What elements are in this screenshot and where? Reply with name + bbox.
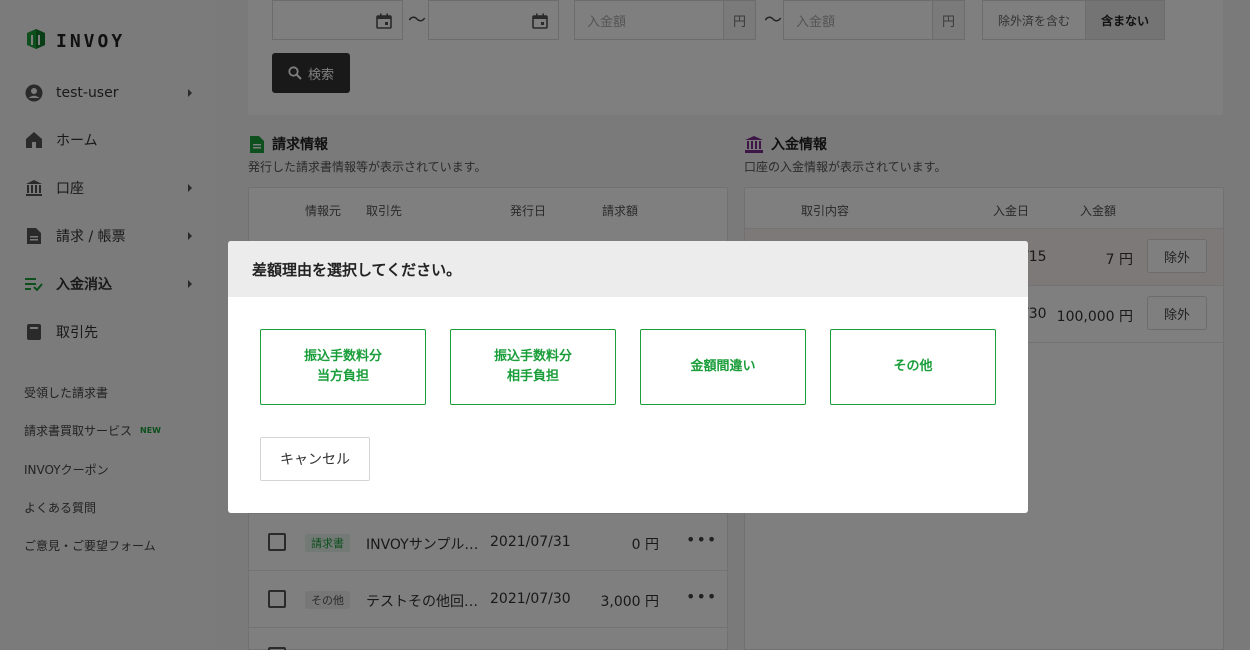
reason-label: その他 xyxy=(893,359,933,374)
difference-reason-dialog: 差額理由を選択してください。 振込手数料分 当方負担 振込手数料分 相手負担 金… xyxy=(228,241,1028,513)
reason-label-line2: 当方負担 xyxy=(316,369,369,384)
reason-fee-partner-side-button[interactable]: 振込手数料分 相手負担 xyxy=(450,329,616,405)
reason-label-line1: 振込手数料分 xyxy=(493,349,572,364)
reason-label: 金額間違い xyxy=(690,359,756,374)
reason-label-line2: 相手負担 xyxy=(506,369,559,384)
dialog-title: 差額理由を選択してください。 xyxy=(228,241,1028,297)
reason-fee-our-side-button[interactable]: 振込手数料分 当方負担 xyxy=(260,329,426,405)
reason-other-button[interactable]: その他 xyxy=(830,329,996,405)
reason-label-line1: 振込手数料分 xyxy=(303,349,382,364)
reason-amount-error-button[interactable]: 金額間違い xyxy=(640,329,806,405)
cancel-button[interactable]: キャンセル xyxy=(260,437,370,481)
